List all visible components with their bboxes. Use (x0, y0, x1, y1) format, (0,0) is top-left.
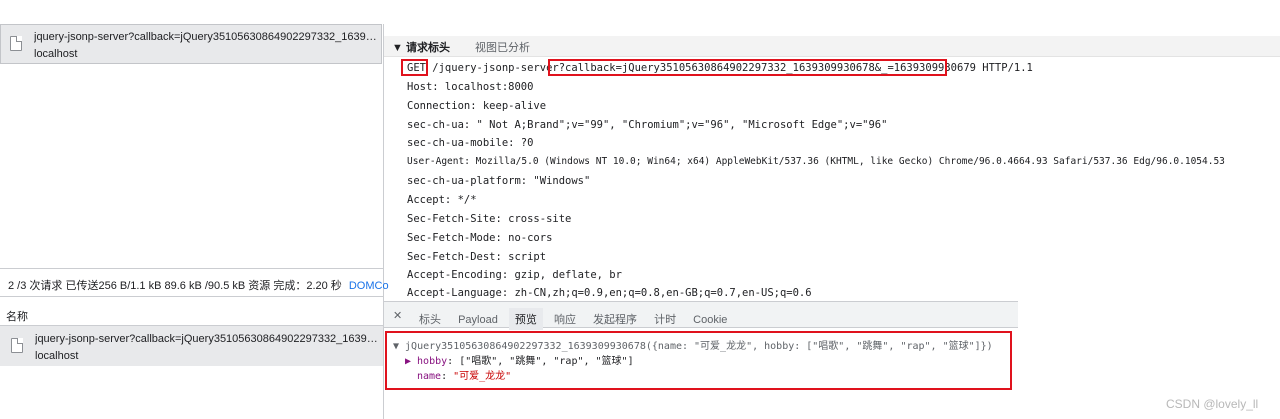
tab-cookie[interactable]: Cookie (693, 314, 727, 326)
top-request-row[interactable]: jquery-jsonp-server?callback=jQuery35105… (0, 24, 382, 64)
tab-response[interactable]: 响应 (554, 311, 576, 327)
domcontent-link[interactable]: DOMCo (349, 280, 389, 292)
hobby-key: ▶ hobby (405, 356, 448, 367)
request-protocol: HTTP/1.1 (975, 62, 1033, 74)
tab-initiator[interactable]: 发起程序 (593, 311, 637, 327)
method-highlight (401, 59, 428, 76)
view-parsed-link[interactable]: 视图已分析 (475, 39, 530, 55)
header-host: Host: localhost:8000 (407, 81, 534, 93)
watermark: CSDN @lovely_ll (1166, 397, 1259, 411)
header-accept-language: Accept-Language: zh-CN,zh;q=0.9,en;q=0.8… (407, 287, 812, 299)
request-path: /jquery-jsonp-server (425, 62, 559, 74)
header-sec-ch-ua-mobile: sec-ch-ua-mobile: ?0 (407, 137, 534, 149)
header-sec-fetch-mode: Sec-Fetch-Mode: no-cors (407, 232, 553, 244)
tab-payload[interactable]: Payload (458, 314, 498, 326)
header-user-agent: User-Agent: Mozilla/5.0 (Windows NT 10.0… (407, 156, 1225, 167)
preview-name-row: name: "可爱_龙龙" (417, 371, 512, 382)
header-accept-encoding: Accept-Encoding: gzip, deflate, br (407, 269, 622, 281)
status-divider-top (0, 268, 383, 269)
query-highlight (548, 59, 947, 76)
status-bar: 2 /3 次请求 已传送256 B/1.1 kB 89.6 kB /90.5 k… (8, 277, 389, 293)
document-icon (10, 36, 22, 51)
name-key: name (417, 371, 442, 382)
pane-divider[interactable] (383, 24, 384, 419)
list-item[interactable]: jquery-jsonp-server?callback=jQuery35105… (0, 326, 383, 366)
detail-tab-bar: ✕ 标头 Payload 预览 响应 发起程序 计时 Cookie (384, 301, 1018, 330)
headers-section-bar: ▼ 请求标头 视图已分析 (384, 36, 1280, 57)
header-connection: Connection: keep-alive (407, 100, 547, 112)
list-item-host: localhost (35, 350, 79, 362)
hobby-value: ["唱歌", "跳舞", "rap", "篮球"] (459, 356, 634, 367)
header-sec-ch-ua: sec-ch-ua: " Not A;Brand";v="99", "Chrom… (407, 119, 888, 131)
tab-headers[interactable]: 标头 (419, 311, 441, 327)
name-column-header[interactable]: 名称 (6, 308, 28, 324)
name-value: "可爱_龙龙" (453, 371, 512, 382)
tab-preview[interactable]: 预览 (508, 308, 543, 330)
close-icon[interactable]: ✕ (393, 309, 402, 322)
tab-timing[interactable]: 计时 (654, 311, 676, 327)
header-accept: Accept: */* (407, 194, 477, 206)
request-name: jquery-jsonp-server?callback=jQuery35105… (34, 31, 379, 43)
preview-root-line[interactable]: ▼ jQuery35105630864902297332_16393099306… (393, 337, 993, 352)
list-item-name: jquery-jsonp-server?callback=jQuery35105… (35, 333, 380, 345)
request-headers-toggle[interactable]: ▼ 请求标头 (392, 39, 450, 55)
preview-hobby-row[interactable]: ▶ hobby: ["唱歌", "跳舞", "rap", "篮球"] (405, 352, 634, 367)
header-sec-ch-ua-platform: sec-ch-ua-platform: "Windows" (407, 175, 591, 187)
header-sec-fetch-dest: Sec-Fetch-Dest: script (407, 251, 547, 263)
request-host: localhost (34, 48, 78, 60)
document-icon (11, 338, 23, 353)
header-sec-fetch-site: Sec-Fetch-Site: cross-site (407, 213, 572, 225)
status-text: 2 /3 次请求 已传送256 B/1.1 kB 89.6 kB /90.5 k… (8, 280, 342, 292)
status-divider-bottom (0, 296, 383, 297)
